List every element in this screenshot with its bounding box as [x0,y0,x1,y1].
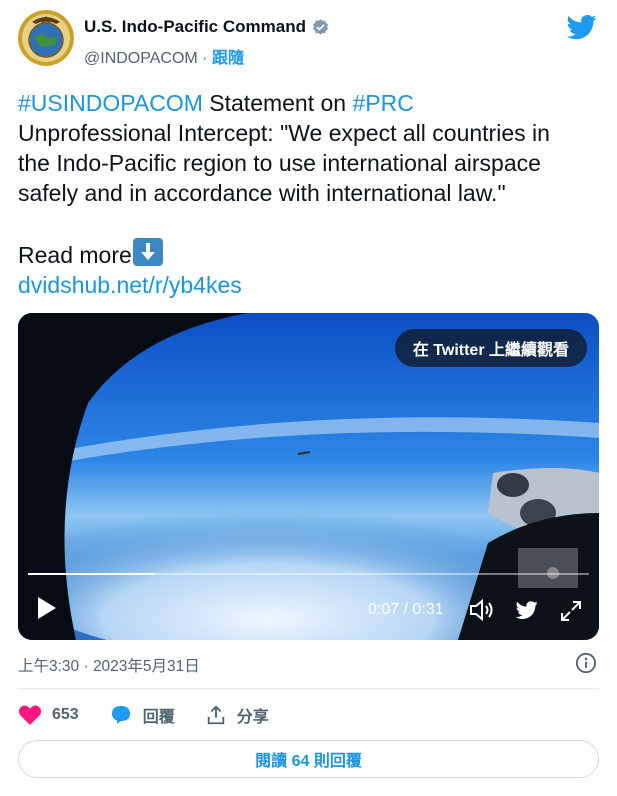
fullscreen-icon[interactable] [559,599,583,623]
reply-button[interactable]: 回覆 [109,703,175,727]
heart-icon [18,705,42,725]
read-more-text: Read more [18,242,132,268]
tweet-header: U.S. Indo-Pacific Command @INDOPACOM · 跟… [18,10,603,70]
continue-on-twitter-button[interactable]: 在 Twitter 上繼續觀看 [394,329,587,367]
volume-icon[interactable] [469,598,495,622]
share-button[interactable]: 分享 [205,703,269,727]
tweet-timestamp[interactable]: 上午3:30 · 2023年5月31日 [18,654,200,676]
tweet-text: #USINDOPACOM Statement on #PRC Unprofess… [18,88,603,300]
avatar[interactable] [18,10,74,66]
verified-badge-icon [313,18,328,35]
video-progress-bar[interactable] [28,573,589,575]
tweet-actions: 653 回覆 分享 [18,700,299,730]
video-progress-fill [28,573,155,575]
twitter-logo-icon[interactable] [567,12,597,42]
play-icon[interactable] [36,596,58,620]
hashtag-prc[interactable]: #PRC [352,90,413,116]
info-icon[interactable] [575,652,597,674]
tweet-line-read-more: Read more [18,238,603,270]
tweet-line-1: #USINDOPACOM Statement on #PRC [18,88,603,118]
video-player[interactable]: 在 Twitter 上繼續觀看 0:07 / 0:31 [18,313,599,640]
reply-bubble-icon [111,706,130,724]
reply-label: 回覆 [142,709,175,726]
share-icon [207,705,224,725]
tweet-line-3: the Indo-Pacific region to use internati… [18,150,541,176]
video-time: 0:07 / 0:31 [368,601,444,618]
handle-row: @INDOPACOM · 跟隨 [84,44,244,68]
tweet-line-1-text: Statement on [202,90,353,116]
hashtag-usindopacom[interactable]: #USINDOPACOM [18,90,203,116]
follow-button[interactable]: 跟隨 [212,50,244,67]
account-handle[interactable]: @INDOPACOM [84,50,198,67]
separator: · [197,50,212,67]
share-label: 分享 [236,709,269,726]
down-arrow-emoji-icon [132,238,163,266]
account-name[interactable]: U.S. Indo-Pacific Command [84,17,306,37]
like-button[interactable]: 653 [18,704,79,726]
read-replies-button[interactable]: 閱讀 64 則回覆 [18,740,599,778]
tweet-line-2: Unprofessional Intercept: "We expect all… [18,120,550,146]
like-count: 653 [52,706,79,723]
twitter-bird-icon[interactable] [514,599,540,621]
tweet-line-4: safely and in accordance with internatio… [18,180,506,206]
divider [18,688,599,689]
dvidshub-link[interactable]: dvidshub.net/r/yb4kes [18,272,242,298]
